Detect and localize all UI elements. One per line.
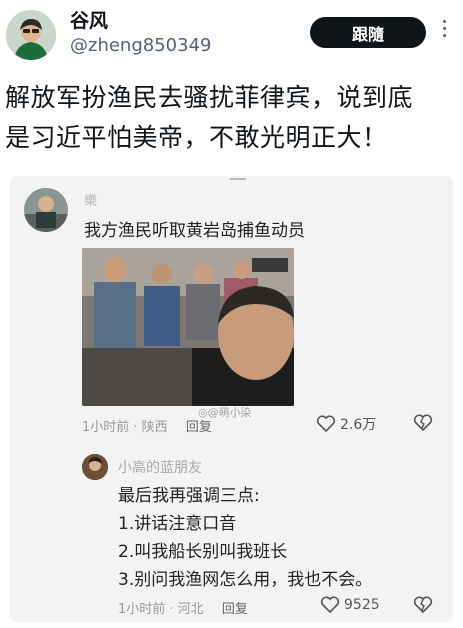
heart-icon [316,415,336,433]
reply-button[interactable]: 回复 [186,420,212,435]
reply-line: 最后我再强调三点: [118,486,260,506]
post-meta: 1小时前 · 陕西 回复 [82,416,212,435]
tweet-header: 谷风 @zheng850349 跟隨 [0,0,463,70]
dislike-button[interactable] [413,414,433,436]
heart-icon [320,596,340,614]
post-photo[interactable] [82,248,294,406]
like-count: 2.6万 [340,417,377,433]
avatar[interactable] [6,10,56,60]
reply-like-count: 9525 [344,597,380,613]
reply-time: 1小时前 · 河北 [118,602,204,617]
user-handle[interactable]: @zheng850349 [70,35,211,56]
reply-avatar [82,454,108,480]
commenter-username: 樂 [84,194,98,209]
reply-line: 3.别问我渔网怎么用，我也不会。 [118,570,373,590]
reply-text: 最后我再强调三点: 1.讲话注意口音 2.叫我船长别叫我班长 3.别问我渔网怎么… [118,482,372,594]
tweet-text-line: 是习近平怕美帝，不敢光明正大！ [5,123,388,152]
follow-button[interactable]: 跟隨 [310,17,426,48]
more-vertical-icon[interactable] [441,20,447,46]
tweet-text: 解放军扮渔民去骚扰菲律宾，说到底 是习近平怕美帝，不敢光明正大！ [5,78,457,158]
post-text: 我方渔民听取黄岩岛捕鱼动员 [84,221,305,241]
broken-heart-icon [413,414,433,432]
broken-heart-icon [413,596,433,614]
reply-line: 1.讲话注意口音 [118,514,237,534]
commenter-avatar [24,188,68,232]
reply-meta: 1小时前 · 河北 回复 [118,598,248,617]
reply-username: 小高的蓝朋友 [118,460,202,476]
divider [230,178,246,180]
reply-like-button[interactable]: 9525 [320,596,380,614]
reply-dislike-button[interactable] [413,596,433,618]
reply-line: 2.叫我船长别叫我班长 [118,542,288,562]
tweet-text-line: 解放军扮渔民去骚扰菲律宾，说到底 [5,83,414,112]
post-time: 1小时前 · 陕西 [82,420,168,435]
embedded-screenshot[interactable]: 樂 我方渔民听取黄岩岛捕鱼动员 ◎@萌小染 1小时前 · 陕西 回复 2.6万 [10,176,453,622]
display-name[interactable]: 谷风 [70,6,108,33]
reply-reply-button[interactable]: 回复 [222,602,248,617]
like-button[interactable]: 2.6万 [316,414,376,434]
